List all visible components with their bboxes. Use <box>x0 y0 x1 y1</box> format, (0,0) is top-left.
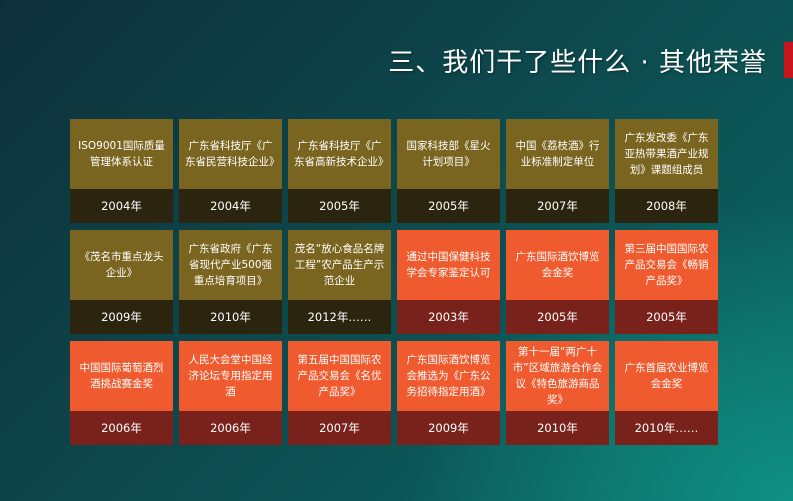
award-year: 2003年 <box>397 300 500 334</box>
award-title: 第十一届“两广十市”区域旅游合作会议《特色旅游商品奖》 <box>506 341 609 411</box>
award-card: 国家科技部《星火计划项目》 2005年 <box>397 119 500 223</box>
award-title: 中国国际葡萄酒烈酒挑战赛金奖 <box>70 341 173 411</box>
award-title: 广东省科技厅《广东省民营科技企业》 <box>179 119 282 189</box>
award-title: 国家科技部《星火计划项目》 <box>397 119 500 189</box>
award-year: 2009年 <box>70 300 173 334</box>
award-card: 通过中国保健科技学会专家鉴定认可 2003年 <box>397 230 500 334</box>
award-card: 广东发改委《广东亚热带果酒产业规划》课题组成员 2008年 <box>615 119 718 223</box>
award-title: 第三届中国国际农产品交易会《畅销产品奖》 <box>615 230 718 300</box>
award-card: 第十一届“两广十市”区域旅游合作会议《特色旅游商品奖》 2010年 <box>506 341 609 445</box>
award-title: 广东国际酒饮博览会推选为《广东公务招待指定用酒》 <box>397 341 500 411</box>
award-year: 2005年 <box>397 189 500 223</box>
award-title: 人民大会堂中国经济论坛专用指定用酒 <box>179 341 282 411</box>
award-card: 第五届中国国际农产品交易会《名优产品奖》 2007年 <box>288 341 391 445</box>
award-year: 2007年 <box>506 189 609 223</box>
award-year: 2007年 <box>288 411 391 445</box>
title-accent-bar <box>784 42 793 78</box>
award-card: 第三届中国国际农产品交易会《畅销产品奖》 2005年 <box>615 230 718 334</box>
award-card: 茂名“放心食品名牌工程”农产品生产示范企业 2012年…… <box>288 230 391 334</box>
award-title: 广东发改委《广东亚热带果酒产业规划》课题组成员 <box>615 119 718 189</box>
award-title: 广东省科技厅《广东省高新技术企业》 <box>288 119 391 189</box>
award-card: 人民大会堂中国经济论坛专用指定用酒 2006年 <box>179 341 282 445</box>
award-card: 中国国际葡萄酒烈酒挑战赛金奖 2006年 <box>70 341 173 445</box>
award-year: 2008年 <box>615 189 718 223</box>
award-title: 广东国际酒饮博览会金奖 <box>506 230 609 300</box>
award-year: 2012年…… <box>288 300 391 334</box>
award-card: 广东省科技厅《广东省民营科技企业》 2004年 <box>179 119 282 223</box>
award-card: 广东省政府《广东省现代产业500强重点培育项目》 2010年 <box>179 230 282 334</box>
award-title: 通过中国保健科技学会专家鉴定认可 <box>397 230 500 300</box>
award-title: 广东首届农业博览会金奖 <box>615 341 718 411</box>
award-card: 广东国际酒饮博览会金奖 2005年 <box>506 230 609 334</box>
award-title: 《茂名市重点龙头企业》 <box>70 230 173 300</box>
award-title: ISO9001国际质量管理体系认证 <box>70 119 173 189</box>
award-card: 《茂名市重点龙头企业》 2009年 <box>70 230 173 334</box>
award-card: 广东国际酒饮博览会推选为《广东公务招待指定用酒》 2009年 <box>397 341 500 445</box>
award-year: 2006年 <box>70 411 173 445</box>
page-title: 三、我们干了些什么 · 其他荣誉 <box>388 48 767 78</box>
award-title: 茂名“放心食品名牌工程”农产品生产示范企业 <box>288 230 391 300</box>
award-title: 中国《荔枝酒》行业标准制定单位 <box>506 119 609 189</box>
award-year: 2010年 <box>506 411 609 445</box>
award-title: 第五届中国国际农产品交易会《名优产品奖》 <box>288 341 391 411</box>
award-card: ISO9001国际质量管理体系认证 2004年 <box>70 119 173 223</box>
award-year: 2005年 <box>615 300 718 334</box>
award-year: 2010年…… <box>615 411 718 445</box>
award-year: 2004年 <box>179 189 282 223</box>
awards-grid: ISO9001国际质量管理体系认证 2004年 广东省科技厅《广东省民营科技企业》 2… <box>70 119 718 445</box>
award-year: 2005年 <box>506 300 609 334</box>
award-year: 2004年 <box>70 189 173 223</box>
award-year: 2006年 <box>179 411 282 445</box>
award-year: 2009年 <box>397 411 500 445</box>
award-year: 2010年 <box>179 300 282 334</box>
award-title: 广东省政府《广东省现代产业500强重点培育项目》 <box>179 230 282 300</box>
award-year: 2005年 <box>288 189 391 223</box>
award-card: 中国《荔枝酒》行业标准制定单位 2007年 <box>506 119 609 223</box>
award-card: 广东省科技厅《广东省高新技术企业》 2005年 <box>288 119 391 223</box>
award-card: 广东首届农业博览会金奖 2010年…… <box>615 341 718 445</box>
